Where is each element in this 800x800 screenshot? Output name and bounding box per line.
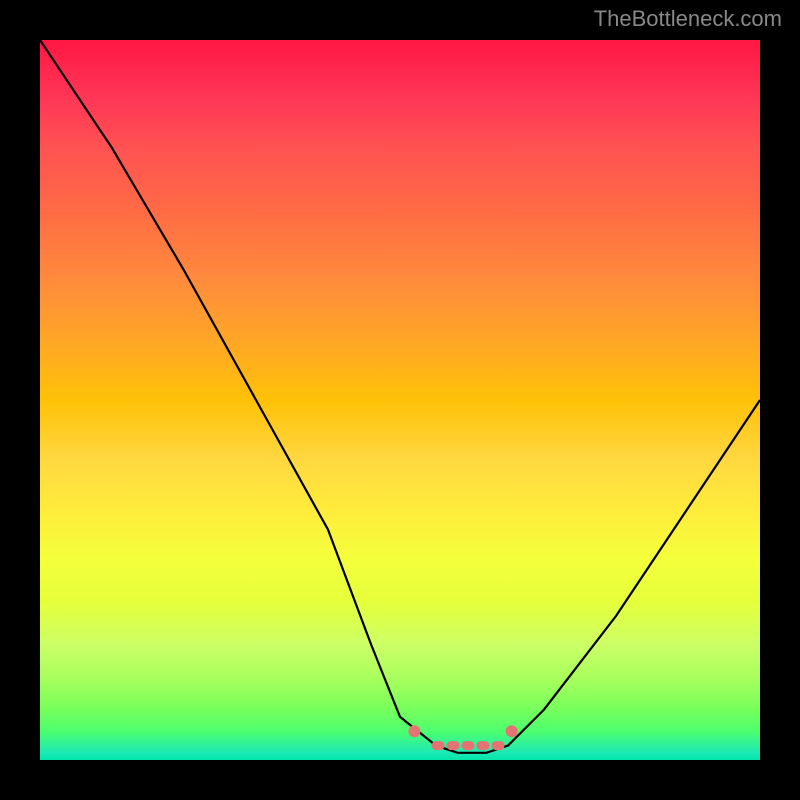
watermark-text: TheBottleneck.com — [594, 6, 782, 32]
left-elbow-marker — [408, 725, 420, 737]
bottleneck-chart-svg — [40, 40, 760, 760]
bottleneck-curve-line — [40, 40, 760, 753]
chart-plot-area — [40, 40, 760, 760]
right-elbow-marker — [506, 725, 518, 737]
